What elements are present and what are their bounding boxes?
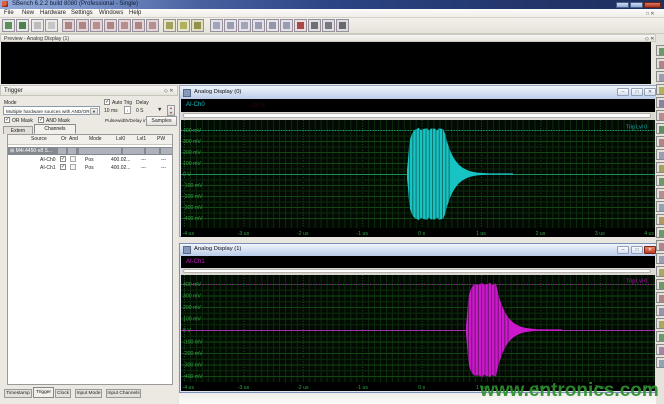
svg-text:-200 mV: -200 mV [183, 194, 203, 200]
svg-text:300 mV: 300 mV [183, 139, 201, 145]
svg-text:-400 mV: -400 mV [183, 374, 203, 380]
svg-text:2 us: 2 us [535, 231, 545, 237]
svg-text:3 us: 3 us [595, 231, 605, 237]
svg-text:0 s: 0 s [418, 231, 425, 237]
svg-text:-300 mV: -300 mV [183, 362, 203, 368]
svg-text:1 us: 1 us [476, 231, 486, 237]
svg-text:0 s: 0 s [418, 385, 425, 391]
svg-text:4 us: 4 us [644, 231, 654, 237]
svg-text:200 mV: 200 mV [183, 305, 201, 311]
svg-text:-400 mV: -400 mV [183, 216, 203, 222]
svg-text:400 mV: 400 mV [183, 282, 201, 288]
svg-text:-2 us: -2 us [297, 231, 309, 237]
svg-text:-3 us: -3 us [238, 385, 250, 391]
svg-text:-2 us: -2 us [297, 385, 309, 391]
svg-text:-1 us: -1 us [356, 385, 368, 391]
svg-text:Trig Lvl 0: Trig Lvl 0 [626, 279, 647, 285]
svg-text:-3 us: -3 us [238, 231, 250, 237]
svg-text:400 mV: 400 mV [183, 128, 201, 134]
svg-text:-1 us: -1 us [356, 231, 368, 237]
svg-text:-100 mV: -100 mV [183, 339, 203, 345]
svg-text:0 V: 0 V [183, 172, 191, 178]
svg-text:300 mV: 300 mV [183, 293, 201, 299]
svg-text:-100 mV: -100 mV [183, 183, 203, 189]
svg-text:-200 mV: -200 mV [183, 351, 203, 357]
svg-text:-4 us: -4 us [183, 231, 195, 237]
svg-text:200 mV: 200 mV [183, 150, 201, 156]
svg-text:Trig Lvl 0: Trig Lvl 0 [626, 125, 647, 131]
svg-text:100 mV: 100 mV [183, 316, 201, 322]
svg-text:0 V: 0 V [183, 328, 191, 334]
svg-text:-300 mV: -300 mV [183, 205, 203, 211]
svg-text:-4 us: -4 us [183, 385, 195, 391]
svg-text:100 mV: 100 mV [183, 161, 201, 167]
